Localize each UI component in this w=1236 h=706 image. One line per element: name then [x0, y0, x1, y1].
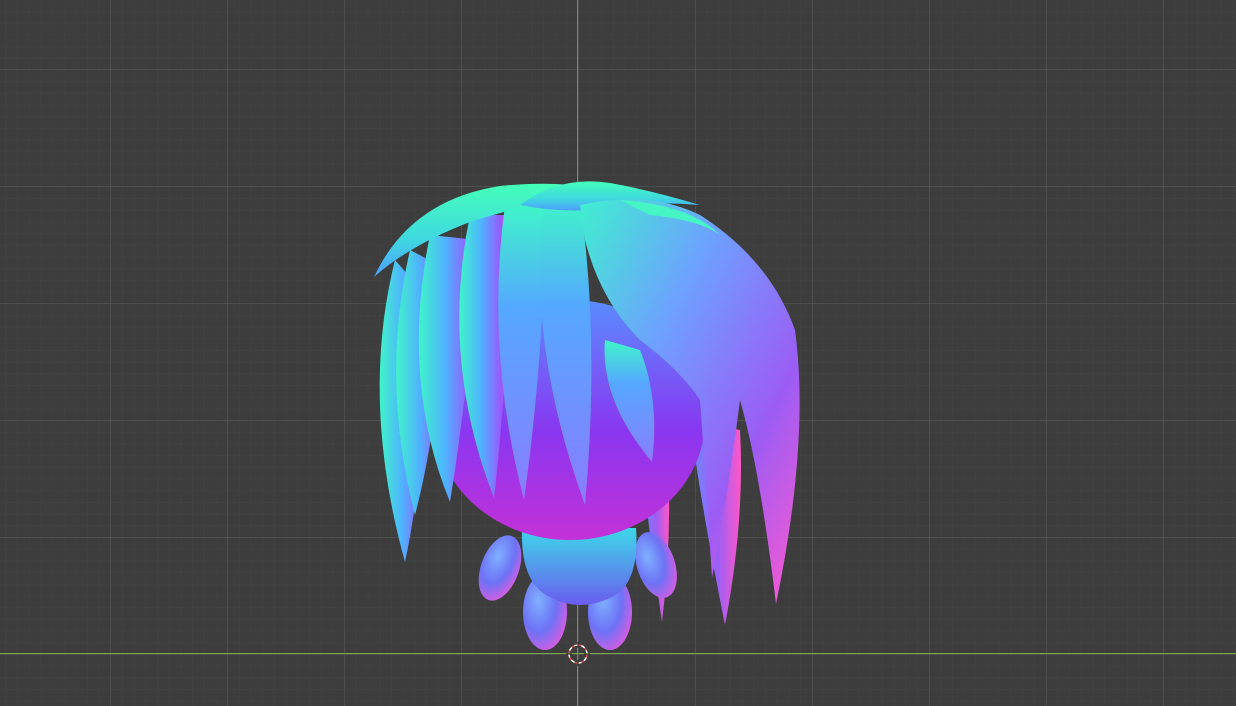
- viewport-canvas[interactable]: [0, 0, 1236, 706]
- 3d-viewport[interactable]: [0, 0, 1236, 706]
- hair-ball-character[interactable]: [374, 181, 800, 650]
- left-arm: [478, 535, 522, 601]
